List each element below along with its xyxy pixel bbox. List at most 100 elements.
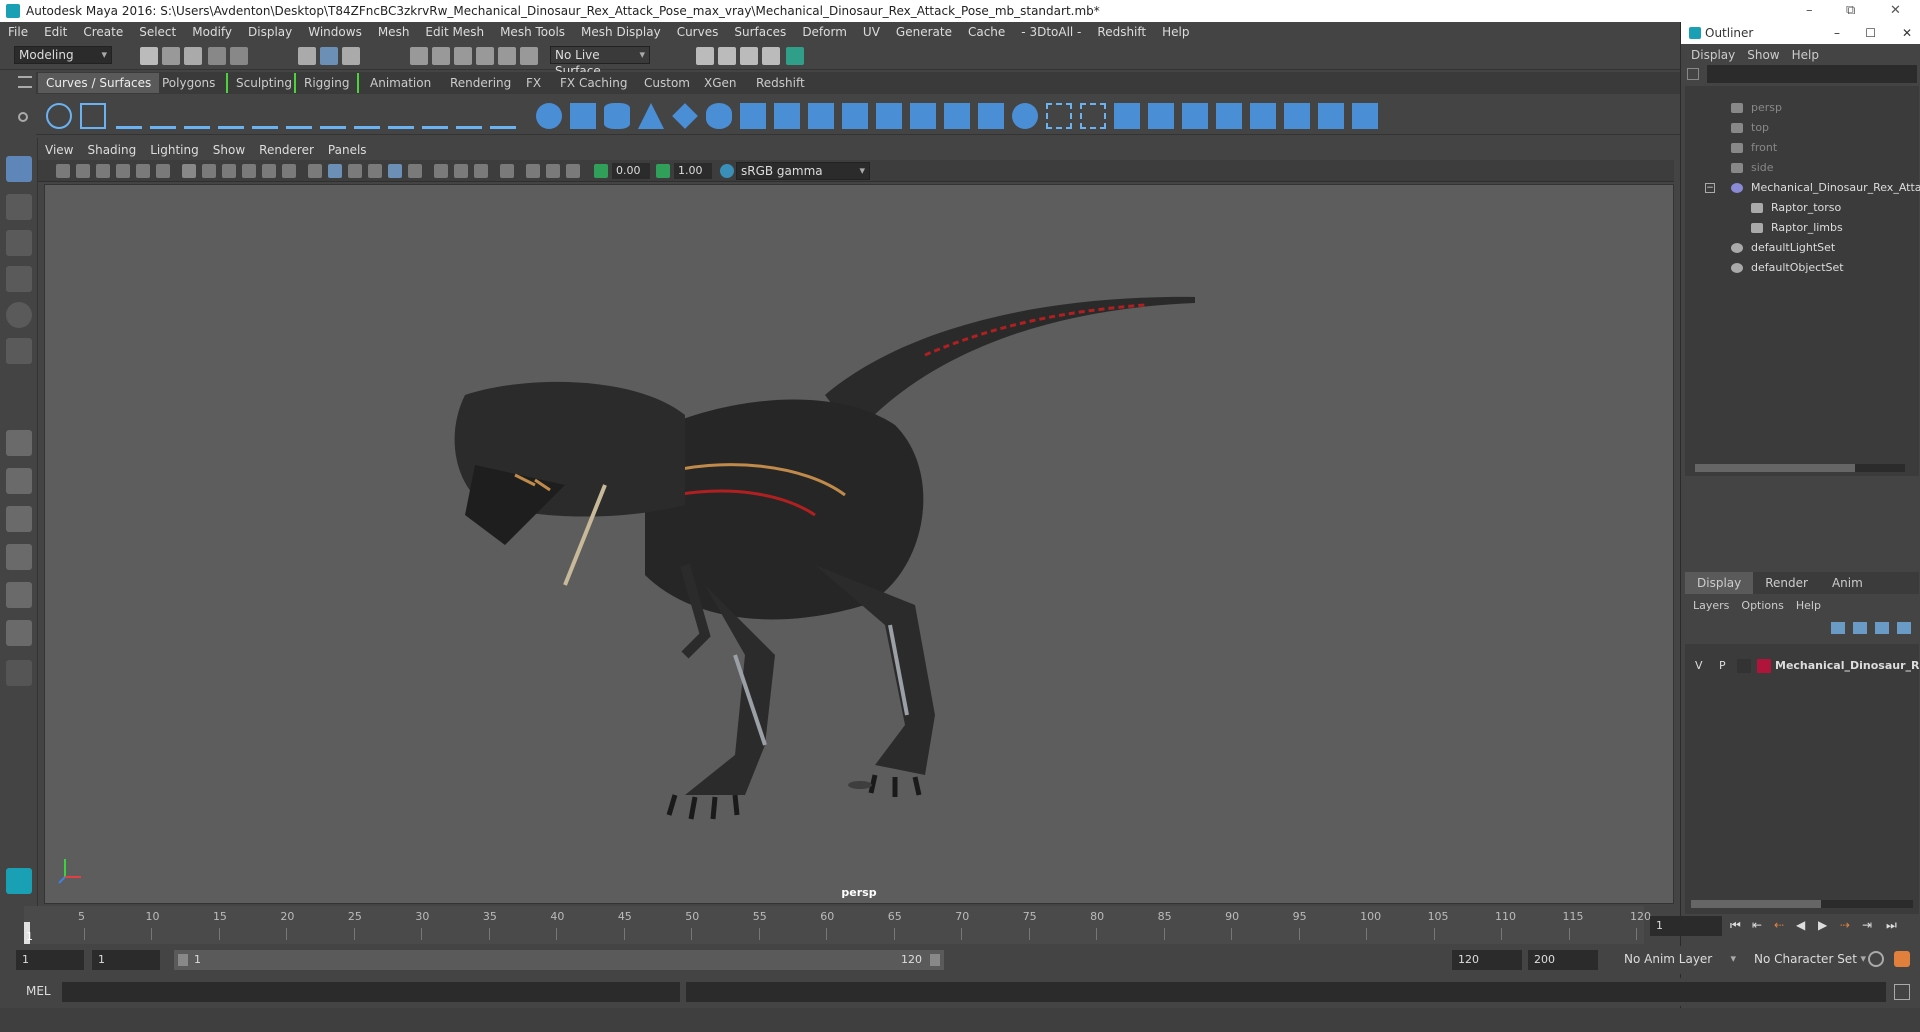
outliner-item-top[interactable]: top	[1685, 118, 1920, 138]
xray-icon[interactable]	[526, 164, 540, 178]
shelf-tab-rigging[interactable]: Rigging	[294, 73, 360, 93]
playback-end-field[interactable]: 120	[1452, 950, 1522, 970]
dinosaur-model[interactable]	[45, 185, 1675, 905]
intersect-icon[interactable]	[1046, 103, 1072, 129]
ipr-render-icon[interactable]	[718, 47, 736, 65]
minimize-button[interactable]: –	[1806, 0, 1813, 22]
attach-surface-icon[interactable]	[1148, 103, 1174, 129]
lasso-tool-icon[interactable]	[6, 194, 32, 220]
outliner-menu-show[interactable]: Show	[1741, 44, 1785, 66]
ambient-occlusion-icon[interactable]	[434, 164, 448, 178]
motion-blur-icon[interactable]	[454, 164, 468, 178]
auto-key-icon[interactable]	[1868, 951, 1884, 967]
search-icon[interactable]	[1687, 68, 1699, 80]
make-live-icon[interactable]	[520, 47, 538, 65]
move-tool-icon[interactable]	[6, 266, 32, 292]
outliner-item-persp[interactable]: persp	[1685, 98, 1920, 118]
grease-pencil-icon[interactable]	[156, 164, 170, 178]
time-slider[interactable]: 1 5 10 15 20 25 30 35 40 45 50 55 60 65 70 75 80 85 90 95 1…	[0, 906, 1897, 946]
layer-playback-toggle[interactable]: P	[1719, 656, 1726, 676]
go-to-end-icon[interactable]: ⏭	[1886, 918, 1902, 934]
snap-view-icon[interactable]	[476, 47, 494, 65]
script-editor-icon[interactable]	[1894, 984, 1910, 1000]
nurbs-cone-icon[interactable]	[638, 103, 664, 129]
layer-tab-anim[interactable]: Anim	[1820, 572, 1875, 594]
live-surface-field[interactable]: No Live Surface	[550, 46, 650, 78]
viewport-persp[interactable]: persp	[44, 184, 1674, 904]
project-curve-icon[interactable]	[1012, 103, 1038, 129]
shelf-tab-custom[interactable]: Custom	[636, 73, 698, 93]
nurbs-plane-icon[interactable]	[672, 103, 698, 129]
smooth-shade-icon[interactable]	[328, 164, 342, 178]
sculpt-geometry-icon[interactable]	[1318, 103, 1344, 129]
outliner-hscrollbar[interactable]	[1695, 464, 1905, 472]
camera-attributes-icon[interactable]	[76, 164, 90, 178]
outliner-item-default-object-set[interactable]: defaultObjectSet	[1685, 258, 1920, 278]
new-layer-icon[interactable]	[1875, 622, 1889, 634]
boundary-icon[interactable]	[944, 103, 970, 129]
extend-curve-icon[interactable]	[388, 103, 414, 129]
layer-type-toggle[interactable]	[1737, 659, 1751, 673]
bookmark-icon[interactable]	[96, 164, 110, 178]
outliner-item-raptor-limbs[interactable]: Raptor_limbs	[1685, 218, 1920, 238]
redshift-render-icon[interactable]	[786, 47, 804, 65]
surface-edit-icon[interactable]	[1352, 103, 1378, 129]
view-menu-show[interactable]: Show	[206, 140, 252, 160]
menu-3dtoall[interactable]: - 3DtoAll -	[1013, 22, 1089, 42]
maya-home-icon[interactable]	[6, 868, 32, 894]
layer-menu-options[interactable]: Options	[1737, 599, 1787, 612]
color-management-icon[interactable]	[720, 164, 734, 178]
render-frame-icon[interactable]	[696, 47, 714, 65]
anim-layer-dropdown[interactable]: No Anim Layer	[1620, 951, 1740, 969]
redo-icon[interactable]	[230, 47, 248, 65]
arc-icon[interactable]	[218, 103, 244, 129]
menu-surfaces[interactable]: Surfaces	[726, 22, 794, 42]
range-slider[interactable]: 1 120	[174, 950, 944, 970]
layer-tab-render[interactable]: Render	[1753, 572, 1820, 594]
exposure-icon[interactable]	[594, 164, 608, 178]
pencil-curve-icon[interactable]	[184, 103, 210, 129]
shelf-tab-redshift[interactable]: Redshift	[748, 73, 813, 93]
select-component-icon[interactable]	[342, 47, 360, 65]
menu-generate[interactable]: Generate	[888, 22, 960, 42]
view-menu-lighting[interactable]: Lighting	[143, 140, 206, 160]
gate-mask-icon[interactable]	[242, 164, 256, 178]
xray-components-icon[interactable]	[566, 164, 580, 178]
scene-end-field[interactable]: 200	[1528, 950, 1598, 970]
workspace-dropdown[interactable]: Modeling	[14, 46, 112, 64]
cv-curve-icon[interactable]	[116, 103, 142, 129]
revolve-icon[interactable]	[740, 103, 766, 129]
layer-menu-help[interactable]: Help	[1788, 599, 1829, 612]
gamma-icon[interactable]	[656, 164, 670, 178]
extrude-icon[interactable]	[842, 103, 868, 129]
grid-icon[interactable]	[182, 164, 196, 178]
menu-display[interactable]: Display	[240, 22, 300, 42]
menu-windows[interactable]: Windows	[300, 22, 370, 42]
step-back-key-icon[interactable]: ⇤	[1752, 918, 1768, 934]
layer-color-swatch[interactable]	[1757, 659, 1771, 673]
outliner-search-input[interactable]	[1707, 65, 1917, 83]
untrim-icon[interactable]	[1114, 103, 1140, 129]
step-forward-frame-icon[interactable]: ⇢	[1840, 918, 1856, 934]
use-lights-icon[interactable]	[388, 164, 402, 178]
resolution-gate-icon[interactable]	[222, 164, 236, 178]
layer-hscrollbar[interactable]	[1691, 900, 1913, 908]
outliner-item-raptor-torso[interactable]: Raptor_torso	[1685, 198, 1920, 218]
outliner-item-side[interactable]: side	[1685, 158, 1920, 178]
shelf-tab-curves-surfaces[interactable]: Curves / Surfaces	[38, 73, 160, 93]
shelf-tab-animation[interactable]: Animation	[362, 73, 439, 93]
insert-knot-icon[interactable]	[354, 103, 380, 129]
rebuild-surface-icon[interactable]	[1284, 103, 1310, 129]
hypershade-layout-icon[interactable]	[6, 582, 32, 608]
gamma-field[interactable]: 1.00	[674, 163, 712, 179]
persp-graph-layout-icon[interactable]	[6, 544, 32, 570]
collapse-icon[interactable]: −	[1705, 183, 1715, 193]
menu-select[interactable]: Select	[131, 22, 184, 42]
safe-action-icon[interactable]	[282, 164, 296, 178]
render-settings-icon[interactable]	[740, 47, 758, 65]
snap-point-icon[interactable]	[454, 47, 472, 65]
outliner-minimize-button[interactable]: –	[1834, 22, 1840, 44]
menu-create[interactable]: Create	[75, 22, 131, 42]
outliner-menu-display[interactable]: Display	[1685, 44, 1741, 66]
shelf-settings-icon[interactable]	[18, 112, 28, 122]
